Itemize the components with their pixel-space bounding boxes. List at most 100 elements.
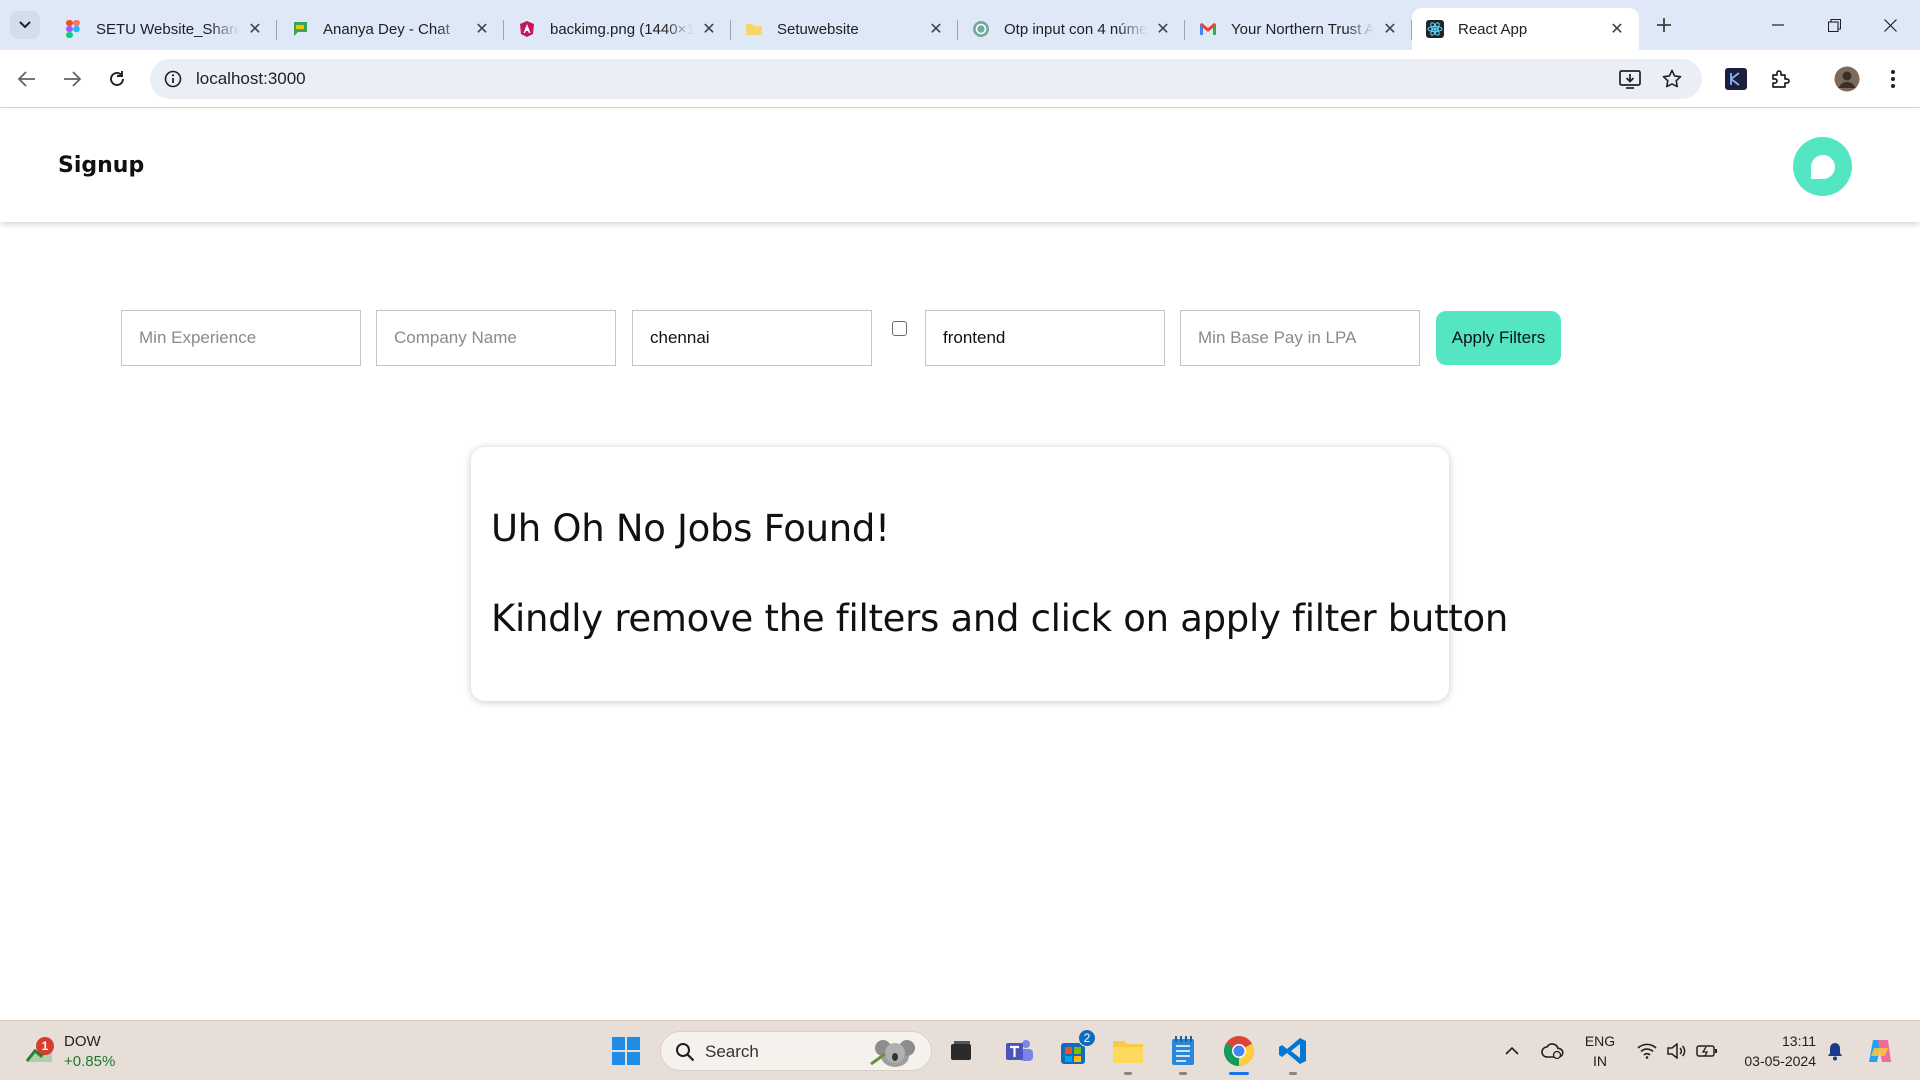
minimize-icon: [1772, 24, 1784, 26]
no-jobs-message: Kindly remove the filters and click on a…: [491, 597, 1508, 640]
install-app-icon[interactable]: [1618, 67, 1642, 91]
language-code: ENG: [1584, 1033, 1616, 1049]
url-text[interactable]: localhost:3000: [196, 69, 306, 89]
tab-title: SETU Website_Shared: [96, 20, 239, 38]
google-chat-icon: [291, 20, 309, 38]
volume-tray[interactable]: [1663, 1021, 1689, 1080]
gmail-icon: [1199, 20, 1217, 38]
close-window-button[interactable]: [1862, 0, 1918, 50]
tab-title: Your Northern Trust Application: [1231, 20, 1374, 38]
onedrive-tray[interactable]: [1538, 1021, 1568, 1080]
vscode-app[interactable]: [1273, 1031, 1313, 1075]
windows-logo-icon: [612, 1037, 640, 1065]
clock[interactable]: 13:11 03-05-2024: [1734, 1031, 1816, 1071]
browser-tab[interactable]: Otp input con 4 números ✕: [958, 8, 1185, 50]
back-button[interactable]: [12, 64, 42, 94]
remote-checkbox[interactable]: [892, 321, 907, 336]
browser-tab[interactable]: Ananya Dey - Chat ✕: [277, 8, 504, 50]
close-icon[interactable]: ✕: [245, 19, 265, 39]
signup-link[interactable]: Signup: [58, 153, 144, 178]
browser-tab[interactable]: Your Northern Trust Application ✕: [1185, 8, 1412, 50]
koala-icon: [870, 1040, 915, 1067]
notepad-icon: [1172, 1036, 1194, 1065]
notification-badge: 1: [36, 1037, 54, 1055]
folder-icon: [1113, 1041, 1143, 1063]
close-icon[interactable]: ✕: [1153, 19, 1173, 39]
language-indicator[interactable]: ENG IN: [1580, 1031, 1620, 1071]
min-experience-input[interactable]: [121, 310, 361, 366]
browser-tab[interactable]: SETU Website_Shared ✕: [50, 8, 277, 50]
show-hidden-icons-button[interactable]: [1500, 1021, 1524, 1080]
file-explorer-app[interactable]: [1108, 1031, 1148, 1075]
taskbar-search[interactable]: Search: [660, 1031, 932, 1071]
min-base-pay-input[interactable]: [1180, 310, 1420, 366]
role-input[interactable]: [925, 310, 1165, 366]
info-icon[interactable]: [162, 68, 184, 90]
new-tab-button[interactable]: [1650, 11, 1678, 39]
restore-button[interactable]: [1806, 0, 1862, 50]
start-button[interactable]: [606, 1031, 646, 1071]
figma-icon: [64, 20, 82, 38]
teams-app[interactable]: [999, 1031, 1039, 1071]
angular-icon: [518, 20, 536, 38]
close-icon[interactable]: ✕: [1380, 19, 1400, 39]
stock-name: DOW: [64, 1033, 101, 1050]
browser-tab[interactable]: backimg.png (1440×1024) ✕: [504, 8, 731, 50]
close-icon[interactable]: ✕: [472, 19, 492, 39]
profile-avatar-icon[interactable]: [1833, 65, 1861, 93]
tab-search-button[interactable]: [10, 11, 40, 39]
page-viewport: Signup Apply Filters Uh Oh No Jobs Found…: [0, 109, 1920, 1020]
browser-toolbar: localhost:3000: [0, 50, 1920, 108]
store-badge: 2: [1078, 1029, 1096, 1047]
openai-icon: [972, 20, 990, 38]
windows-taskbar: 1 DOW +0.85% Search 2 ENG IN 13:11 03-05…: [0, 1020, 1920, 1080]
chrome-app[interactable]: [1219, 1031, 1259, 1075]
address-bar[interactable]: localhost:3000: [150, 59, 1702, 99]
vscode-icon: [1279, 1038, 1306, 1064]
bookmark-star-icon[interactable]: [1660, 67, 1684, 91]
app-header: Signup: [0, 109, 1920, 222]
battery-tray[interactable]: [1694, 1021, 1720, 1080]
stock-widget[interactable]: 1 DOW +0.85%: [22, 1029, 132, 1073]
tab-title: backimg.png (1440×1024): [550, 20, 693, 38]
extension-dark-icon[interactable]: [1722, 65, 1750, 93]
arrow-right-icon: [64, 71, 81, 87]
chrome-icon: [1223, 1036, 1255, 1066]
notepad-app[interactable]: [1163, 1031, 1203, 1075]
clock-date: 03-05-2024: [1744, 1053, 1816, 1069]
minimize-button[interactable]: [1750, 0, 1806, 50]
store-app[interactable]: 2: [1054, 1029, 1096, 1071]
clock-time: 13:11: [1782, 1033, 1816, 1049]
tab-title: React App: [1458, 20, 1528, 38]
kebab-menu-icon[interactable]: [1879, 65, 1907, 93]
reload-button[interactable]: [102, 64, 132, 94]
browser-tab[interactable]: Setuwebsite ✕: [731, 8, 958, 50]
location-input[interactable]: [632, 310, 872, 366]
browser-tab-strip: SETU Website_Shared ✕ Ananya Dey - Chat …: [0, 0, 1920, 50]
close-icon[interactable]: ✕: [699, 19, 719, 39]
task-view-button[interactable]: [941, 1031, 981, 1071]
wifi-tray[interactable]: [1634, 1021, 1660, 1080]
reload-icon: [110, 71, 124, 86]
tab-title: Setuwebsite: [777, 20, 859, 38]
notifications-button[interactable]: [1822, 1021, 1848, 1080]
no-jobs-card: Uh Oh No Jobs Found! Kindly remove the f…: [471, 447, 1508, 701]
running-indicator: [1289, 1072, 1297, 1075]
extensions-puzzle-icon[interactable]: [1767, 65, 1795, 93]
copilot-icon: [1869, 1040, 1891, 1062]
region-code: IN: [1593, 1053, 1607, 1069]
close-icon[interactable]: ✕: [926, 19, 946, 39]
forward-button[interactable]: [57, 64, 87, 94]
company-name-input[interactable]: [376, 310, 616, 366]
apply-filters-button[interactable]: Apply Filters: [1436, 311, 1561, 365]
running-indicator: [1124, 1072, 1132, 1075]
cloud-sync-icon: [1541, 1043, 1564, 1060]
chevron-up-icon: [1505, 1047, 1519, 1055]
close-icon: [1883, 18, 1897, 32]
browser-tab-active[interactable]: React App ✕: [1412, 8, 1639, 50]
battery-icon: [1696, 1045, 1717, 1057]
user-avatar[interactable]: [1793, 137, 1852, 196]
close-icon[interactable]: ✕: [1607, 19, 1627, 39]
chevron-down-icon: [19, 21, 31, 29]
copilot-button[interactable]: [1862, 1021, 1898, 1080]
